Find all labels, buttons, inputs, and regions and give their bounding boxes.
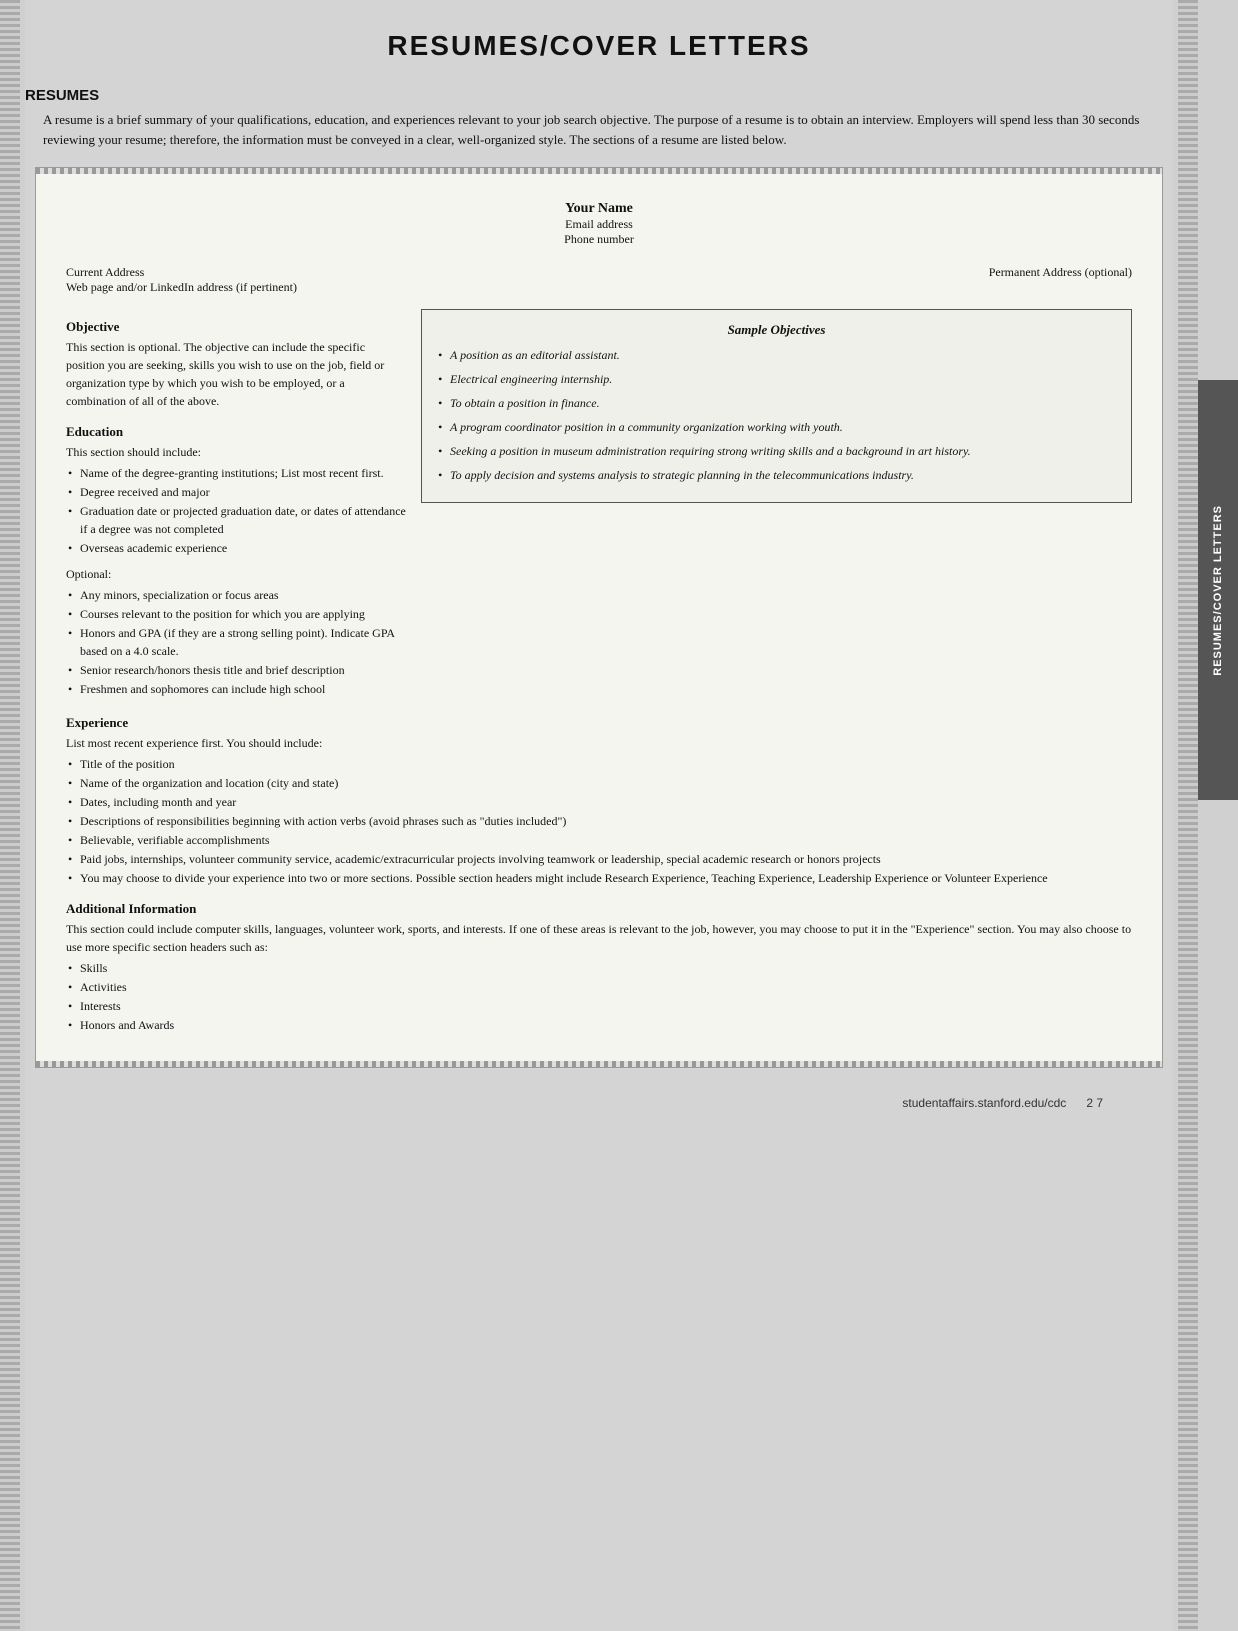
list-item: Descriptions of responsibilities beginni… xyxy=(66,812,1132,830)
address-left: Current Address Web page and/or LinkedIn… xyxy=(66,265,297,295)
resumes-heading: RESUMES xyxy=(25,87,1173,104)
sample-objective-item: A program coordinator position in a comm… xyxy=(436,418,1117,436)
list-item: Interests xyxy=(66,997,1132,1015)
resume-name: Your Name xyxy=(66,201,1132,217)
objective-right: Sample Objectives A position as an edito… xyxy=(421,309,1132,701)
list-item: You may choose to divide your experience… xyxy=(66,869,1132,887)
permanent-address-label: Permanent Address (optional) xyxy=(989,265,1132,295)
experience-title: Experience xyxy=(66,715,1132,731)
experience-intro: List most recent experience first. You s… xyxy=(66,734,1132,752)
list-item: Degree received and major xyxy=(66,483,406,501)
objective-text: This section is optional. The objective … xyxy=(66,338,406,410)
list-item: Skills xyxy=(66,959,1132,977)
sample-objective-item: To apply decision and systems analysis t… xyxy=(436,466,1117,484)
additional-info-title: Additional Information xyxy=(66,901,1132,917)
additional-info-text: This section could include computer skil… xyxy=(66,920,1132,956)
list-item: Name of the organization and location (c… xyxy=(66,774,1132,792)
list-item: Activities xyxy=(66,978,1132,996)
resume-header: Your Name Email address Phone number xyxy=(66,201,1132,247)
right-decorative-strip xyxy=(1178,0,1198,1631)
list-item: Any minors, specialization or focus area… xyxy=(66,586,406,604)
list-item: Honors and Awards xyxy=(66,1016,1132,1034)
additional-info-list: Skills Activities Interests Honors and A… xyxy=(66,959,1132,1034)
resume-email: Email address xyxy=(66,217,1132,232)
side-tab: RESUMES/COVER LETTERS xyxy=(1198,380,1238,800)
list-item: Courses relevant to the position for whi… xyxy=(66,605,406,623)
objective-section-row: Objective This section is optional. The … xyxy=(66,309,1132,701)
resume-document: Your Name Email address Phone number Cur… xyxy=(35,167,1163,1068)
optional-label: Optional: xyxy=(66,565,406,583)
objective-left: Objective This section is optional. The … xyxy=(66,309,406,701)
page-title: RESUMES/COVER LETTERS xyxy=(25,30,1173,62)
resumes-section: RESUMES A resume is a brief summary of y… xyxy=(25,87,1173,149)
page-background: RESUMES/COVER LETTERS RESUMES/COVER LETT… xyxy=(0,0,1238,1631)
list-item: Name of the degree-granting institutions… xyxy=(66,464,406,482)
sample-objectives-title: Sample Objectives xyxy=(436,322,1117,338)
resume-address-row: Current Address Web page and/or LinkedIn… xyxy=(66,265,1132,295)
footer: studentaffairs.stanford.edu/cdc 2 7 xyxy=(25,1088,1173,1118)
list-item: Dates, including month and year xyxy=(66,793,1132,811)
list-item: Graduation date or projected graduation … xyxy=(66,502,406,538)
education-title: Education xyxy=(66,424,406,440)
list-item: Freshmen and sophomores can include high… xyxy=(66,680,406,698)
sample-objective-item: A position as an editorial assistant. xyxy=(436,346,1117,364)
sample-objective-item: To obtain a position in finance. xyxy=(436,394,1117,412)
list-item: Title of the position xyxy=(66,755,1132,773)
experience-section: Experience List most recent experience f… xyxy=(66,715,1132,887)
current-address-label: Current Address xyxy=(66,265,297,280)
list-item: Overseas academic experience xyxy=(66,539,406,557)
sample-objectives-box: Sample Objectives A position as an edito… xyxy=(421,309,1132,503)
side-tab-label: RESUMES/COVER LETTERS xyxy=(1212,505,1224,676)
education-required-list: Name of the degree-granting institutions… xyxy=(66,464,406,557)
education-optional-list: Any minors, specialization or focus area… xyxy=(66,586,406,698)
left-decorative-strip xyxy=(0,0,20,1631)
main-content: RESUMES/COVER LETTERS RESUMES A resume i… xyxy=(25,0,1173,1631)
objective-title: Objective xyxy=(66,319,406,335)
resumes-intro: A resume is a brief summary of your qual… xyxy=(25,110,1173,149)
sample-objective-item: Electrical engineering internship. xyxy=(436,370,1117,388)
web-address-label: Web page and/or LinkedIn address (if per… xyxy=(66,280,297,295)
resume-phone: Phone number xyxy=(66,232,1132,247)
footer-page: 2 7 xyxy=(1086,1096,1103,1110)
list-item: Paid jobs, internships, volunteer commun… xyxy=(66,850,1132,868)
footer-url: studentaffairs.stanford.edu/cdc xyxy=(902,1096,1066,1110)
education-intro: This section should include: xyxy=(66,443,406,461)
list-item: Senior research/honors thesis title and … xyxy=(66,661,406,679)
additional-info-section: Additional Information This section coul… xyxy=(66,901,1132,1034)
list-item: Believable, verifiable accomplishments xyxy=(66,831,1132,849)
experience-list: Title of the position Name of the organi… xyxy=(66,755,1132,887)
sample-objective-item: Seeking a position in museum administrat… xyxy=(436,442,1117,460)
list-item: Honors and GPA (if they are a strong sel… xyxy=(66,624,406,660)
sample-objectives-list: A position as an editorial assistant. El… xyxy=(436,346,1117,484)
